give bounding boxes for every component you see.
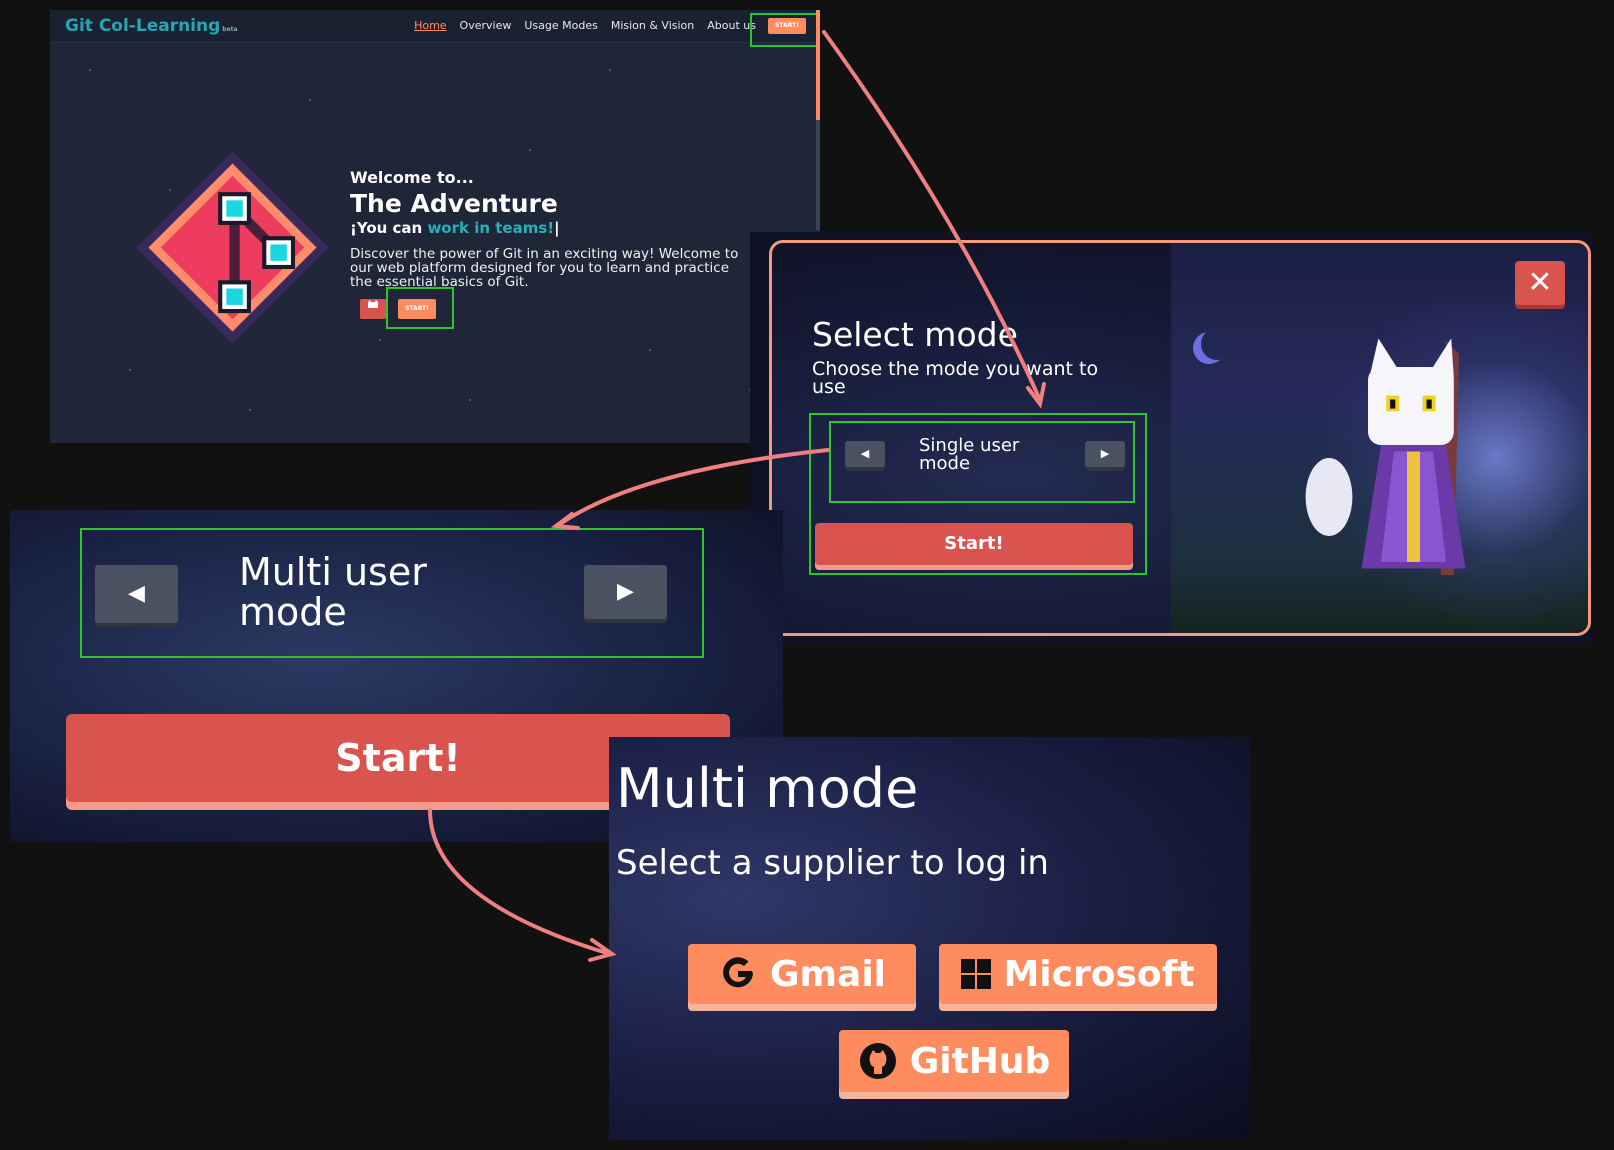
github-icon [859,1043,896,1079]
hero-welcome: Welcome to... [350,168,474,187]
gmail-login-button[interactable]: Gmail [688,944,916,1004]
hero-title: The Adventure [350,189,558,218]
multi-mode-login-screenshot: Multi mode Select a supplier to log in G… [609,737,1250,1140]
highlight-box [386,287,454,329]
modal-title: Select mode [812,315,1018,354]
chevron-left-icon: ◀ [128,581,145,606]
login-subtitle: Select a supplier to log in [616,843,1049,883]
github-login-button[interactable]: GitHub [839,1030,1069,1092]
highlight-box [750,13,818,47]
google-icon [723,957,753,988]
navbar: Git Col-Learning beta Home Overview Usage… [50,10,820,43]
hero-tagline: ¡You can work in teams!| [350,219,560,237]
modal: ✕ Select mode Choose the mode you want t… [769,240,1591,636]
provider-label: GitHub [909,1040,1051,1082]
microsoft-login-button[interactable]: Microsoft [939,944,1217,1004]
prev-mode-button[interactable]: ◀ [95,565,178,623]
nav-overview[interactable]: Overview [460,19,512,32]
windows-icon [961,959,992,989]
close-button[interactable]: ✕ [1515,261,1565,305]
scrollbar-track[interactable] [816,120,820,230]
hero-section: Welcome to... The Adventure ¡You can wor… [350,168,740,329]
modal-subtitle: Choose the mode you want to use [812,358,1099,398]
nav-links: Home Overview Usage Modes Mision & Visio… [414,19,756,32]
moon-icon [1201,328,1233,360]
mode-selector: ◀ Multi user mode ▶ [80,528,704,658]
provider-label: Gmail [769,953,887,995]
mode-label: Multi user mode [239,550,427,634]
next-mode-button[interactable]: ▶ [584,565,667,619]
hero-description: Discover the power of Git in an exciting… [350,246,739,290]
wizard-cat-icon [1305,338,1466,575]
scrollbar-thumb[interactable] [816,10,820,120]
provider-label: Microsoft [1003,953,1195,995]
nav-home[interactable]: Home [414,19,446,32]
nav-usage-modes[interactable]: Usage Modes [524,19,597,32]
cat-icon-button[interactable] [360,299,386,319]
git-logo-icon [136,151,329,344]
brand-logo[interactable]: Git Col-Learning beta [65,16,238,36]
chevron-right-icon: ▶ [617,579,634,604]
start-button[interactable]: Start! [815,523,1133,565]
nav-mission-vision[interactable]: Mision & Vision [611,19,694,32]
nav-about-us[interactable]: About us [707,19,756,32]
close-icon: ✕ [1527,265,1553,300]
landing-page-screenshot: Git Col-Learning beta Home Overview Usage… [50,10,820,443]
cat-icon [368,300,378,308]
select-mode-modal-screenshot: ✕ Select mode Choose the mode you want t… [750,232,1594,642]
login-title: Multi mode [616,757,919,820]
